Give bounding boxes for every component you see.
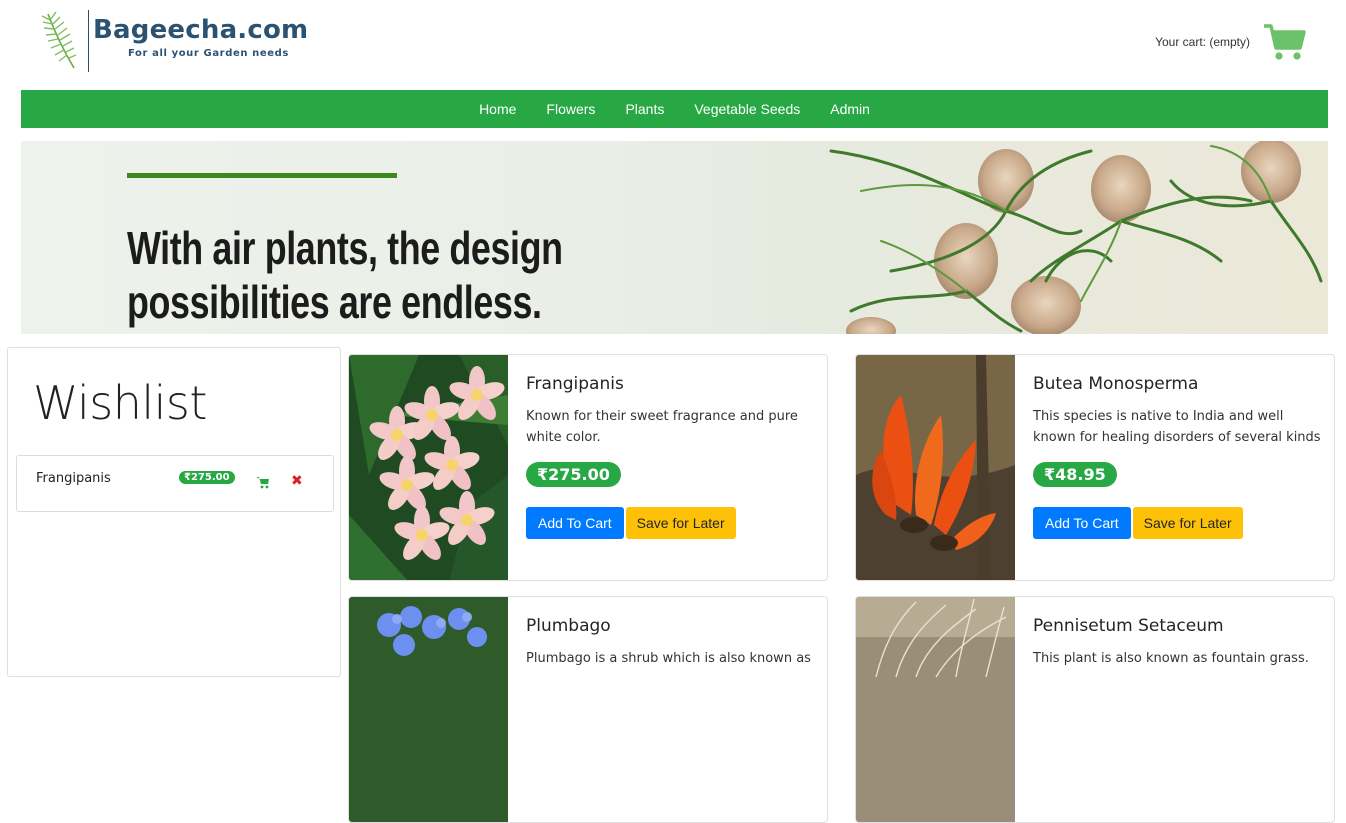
- product-card: Butea Monosperma This species is native …: [855, 354, 1335, 581]
- product-description: Known for their sweet fragrance and pure…: [526, 409, 798, 445]
- add-to-cart-button[interactable]: Add To Cart: [1033, 507, 1131, 539]
- wishlist-item-price: ₹275.00: [179, 471, 235, 484]
- brand-name: Bageecha.com: [93, 15, 309, 45]
- banner-line-1: With air plants, the design: [127, 222, 563, 274]
- cart-icon[interactable]: [256, 476, 270, 489]
- wishlist-panel: Wishlist Frangipanis ₹275.00 ✖: [7, 347, 341, 677]
- save-for-later-button[interactable]: Save for Later: [625, 507, 736, 539]
- product-actions: Add To Cart Save for Later: [1033, 507, 1322, 539]
- product-title[interactable]: Pennisetum Setaceum: [1033, 616, 1322, 636]
- product-image[interactable]: [856, 355, 1015, 580]
- logo[interactable]: Bageecha.com For all your Garden needs: [40, 10, 308, 72]
- product-price: ₹275.00: [526, 462, 621, 487]
- nav-admin[interactable]: Admin: [815, 101, 885, 117]
- product-title[interactable]: Plumbago: [526, 616, 815, 636]
- main-navbar: Home Flowers Plants Vegetable Seeds Admi…: [21, 90, 1328, 128]
- nav-home[interactable]: Home: [464, 101, 531, 117]
- banner-headline: With air plants, the design possibilitie…: [127, 221, 563, 329]
- product-card-body: Butea Monosperma This species is native …: [1033, 355, 1322, 539]
- save-for-later-button[interactable]: Save for Later: [1132, 507, 1243, 539]
- wishlist-title: Wishlist: [33, 376, 207, 430]
- product-card-body: Pennisetum Setaceum This plant is also k…: [1033, 597, 1322, 669]
- air-plant-illustration: [829, 141, 1323, 334]
- product-title[interactable]: Butea Monosperma: [1033, 374, 1322, 394]
- nav-flowers[interactable]: Flowers: [531, 101, 610, 117]
- leaf-logo-icon: [41, 11, 77, 69]
- banner-accent-line: [127, 173, 397, 178]
- cart-status: Your cart: (empty): [1155, 35, 1250, 49]
- nav-vegetable-seeds[interactable]: Vegetable Seeds: [679, 101, 815, 117]
- product-card-body: Frangipanis Known for their sweet fragra…: [526, 355, 815, 539]
- logo-text: Bageecha.com For all your Garden needs: [93, 10, 308, 59]
- product-image[interactable]: [349, 355, 508, 580]
- close-icon[interactable]: ✖: [291, 473, 303, 489]
- product-image[interactable]: [856, 597, 1015, 822]
- site-header: Bageecha.com For all your Garden needs Y…: [0, 0, 1346, 90]
- product-card: Pennisetum Setaceum This plant is also k…: [855, 596, 1335, 823]
- product-actions: Add To Cart Save for Later: [526, 507, 815, 539]
- wishlist-item-name: Frangipanis: [36, 471, 111, 486]
- product-description: This species is native to India and well…: [1033, 409, 1321, 445]
- product-image[interactable]: [349, 597, 508, 822]
- product-description: Plumbago is a shrub which is also known …: [526, 651, 811, 666]
- product-card: Plumbago Plumbago is a shrub which is al…: [348, 596, 828, 823]
- product-card: Frangipanis Known for their sweet fragra…: [348, 354, 828, 581]
- wishlist-item: Frangipanis ₹275.00 ✖: [16, 455, 334, 512]
- hero-banner: With air plants, the design possibilitie…: [21, 141, 1328, 334]
- product-price: ₹48.95: [1033, 462, 1117, 487]
- add-to-cart-button[interactable]: Add To Cart: [526, 507, 624, 539]
- cart-icon[interactable]: [1262, 22, 1306, 62]
- nav-plants[interactable]: Plants: [610, 101, 679, 117]
- banner-line-2: possibilities are endless.: [127, 276, 542, 328]
- logo-divider: [88, 10, 89, 72]
- product-title[interactable]: Frangipanis: [526, 374, 815, 394]
- product-card-body: Plumbago Plumbago is a shrub which is al…: [526, 597, 815, 669]
- product-description: This plant is also known as fountain gra…: [1033, 651, 1309, 666]
- brand-tagline: For all your Garden needs: [128, 47, 289, 59]
- cart-summary[interactable]: Your cart: (empty): [1155, 22, 1306, 62]
